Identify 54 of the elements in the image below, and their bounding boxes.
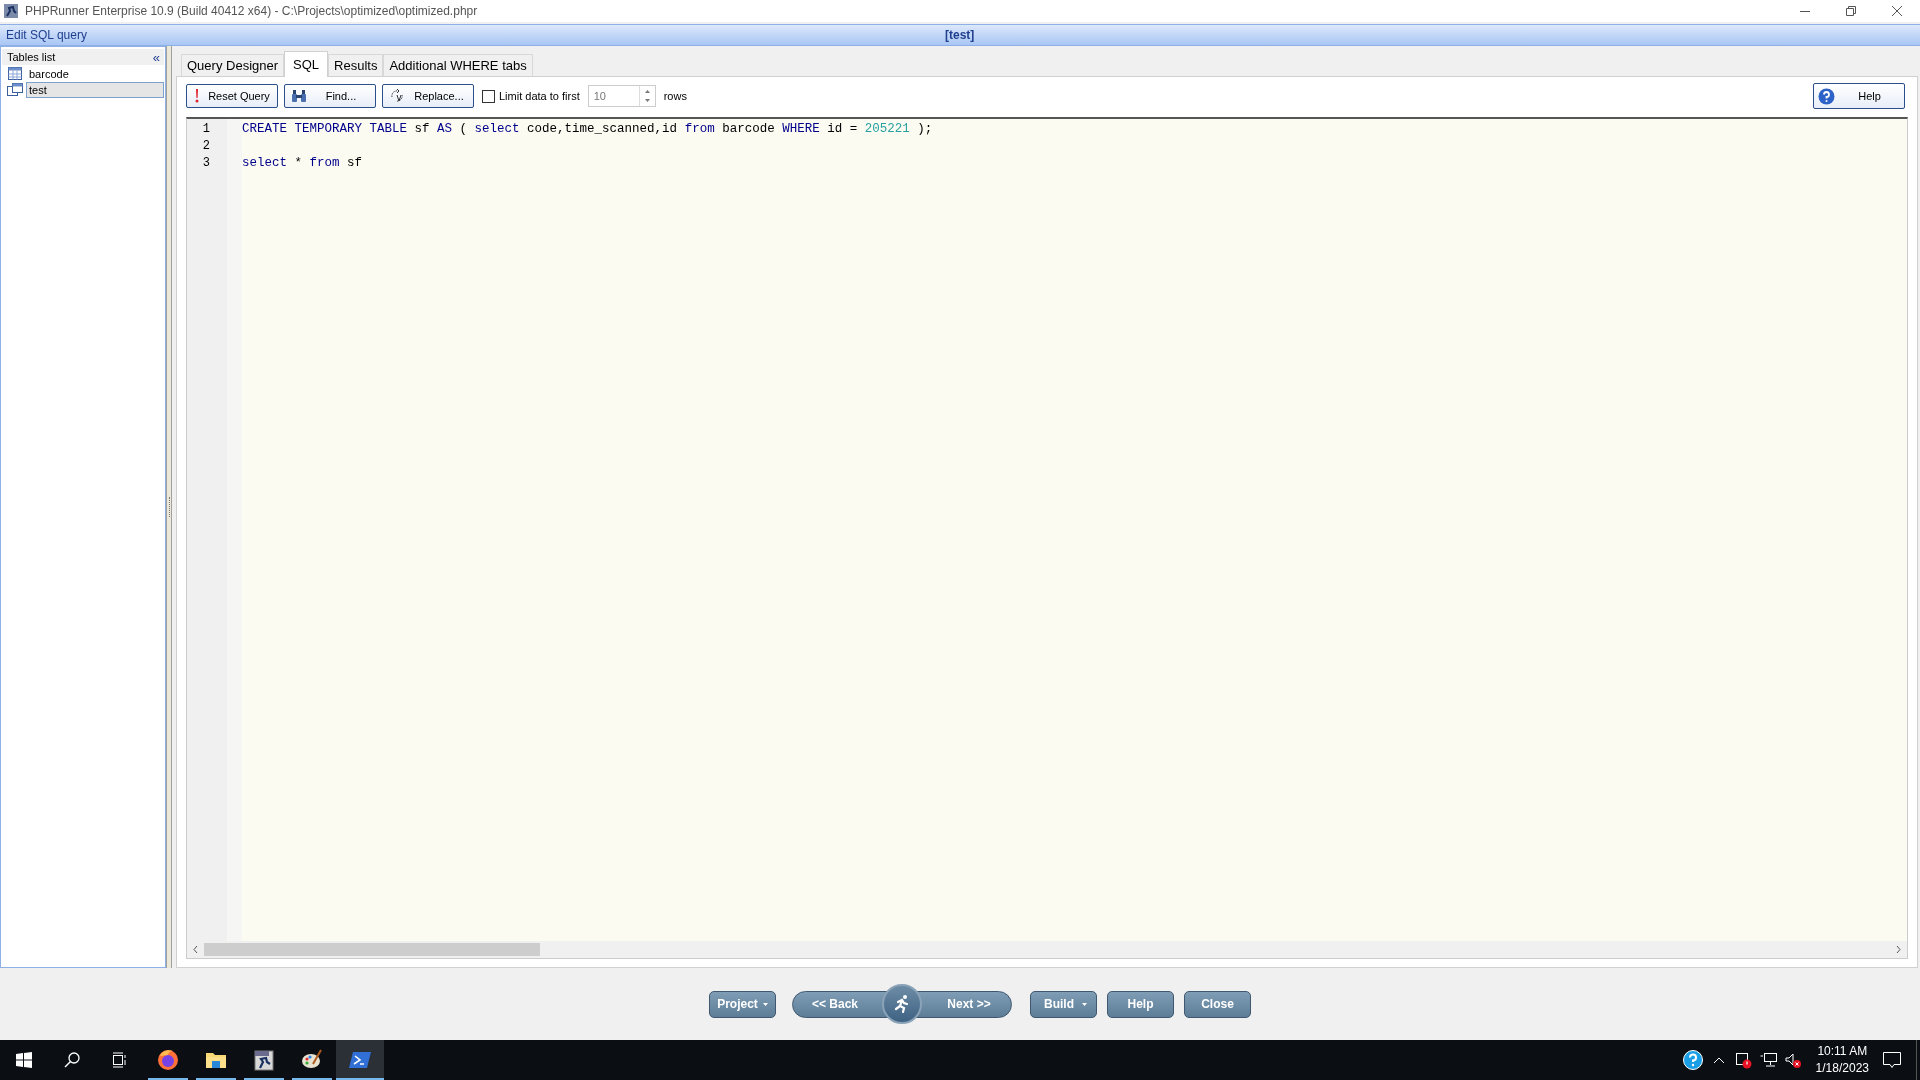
line-number: 3 xyxy=(201,155,211,172)
help-button[interactable]: Help xyxy=(1813,83,1905,109)
clock-date[interactable]: 1/18/2023 xyxy=(1815,1060,1869,1077)
app-icon xyxy=(3,3,19,19)
search-icon xyxy=(64,1052,80,1068)
find-button[interactable]: Find... xyxy=(284,84,376,108)
minimize-icon xyxy=(1800,10,1810,12)
notification-icon[interactable] xyxy=(1883,1051,1901,1069)
horizontal-scrollbar[interactable] xyxy=(187,941,1907,958)
reset-query-button[interactable]: Reset Query xyxy=(186,84,278,108)
clock-time[interactable]: 10:11 AM xyxy=(1817,1043,1868,1060)
tab[interactable]: Results xyxy=(328,54,384,76)
tab[interactable]: Query Designer xyxy=(181,54,285,76)
table-item[interactable]: test xyxy=(26,82,164,98)
help-icon[interactable] xyxy=(1682,1050,1703,1070)
caret-icon xyxy=(1082,1002,1087,1006)
replace-button[interactable]: Replace... xyxy=(382,84,474,108)
close-icon xyxy=(1892,6,1902,16)
restore-icon xyxy=(1846,6,1856,16)
table-icon xyxy=(7,82,23,98)
scrollbar-thumb[interactable] xyxy=(204,943,540,956)
panel-title: Tables list xyxy=(7,49,56,65)
run-button[interactable] xyxy=(882,984,922,1024)
code-line: CREATE TEMPORARY TABLE sf AS ( select code,time_scanned,id from barcode WHERE id = 205221 ); xyxy=(242,122,933,136)
code-line: select * from sf xyxy=(242,156,363,170)
rows-label: rows xyxy=(663,88,687,104)
php-runner-icon xyxy=(252,1048,276,1072)
windows-icon xyxy=(16,1052,32,1068)
security-alert-icon[interactable] xyxy=(1734,1051,1752,1069)
help-icon xyxy=(1818,87,1835,105)
line-number: 1 xyxy=(201,121,211,138)
exclamation-icon xyxy=(193,88,201,104)
chevron-up-icon[interactable] xyxy=(1712,1056,1725,1064)
table-icon xyxy=(7,66,23,82)
rows-spinner[interactable]: 10 xyxy=(587,85,656,107)
limit-label: Limit data to first xyxy=(499,88,580,104)
replace-icon xyxy=(389,88,405,104)
line-number: 2 xyxy=(201,138,211,155)
volume-muted-icon[interactable] xyxy=(1784,1052,1802,1068)
table-name: [test] xyxy=(945,27,975,44)
limit-checkbox[interactable] xyxy=(482,89,495,103)
binoculars-icon xyxy=(291,89,307,103)
taskbar-app[interactable] xyxy=(336,1040,384,1080)
sql-editor[interactable]: 1 2 3 CREATE TEMPORARY TABLE sf AS ( select code,time_scanned,id from barcode WHERE id = 205221 ); select * from sf xyxy=(186,117,1908,959)
table-item[interactable]: barcode xyxy=(26,66,165,82)
collapse-button[interactable]: « xyxy=(152,50,160,64)
task-view-icon xyxy=(112,1052,128,1068)
caret-icon xyxy=(762,1002,768,1006)
header-title: Edit SQL query xyxy=(6,27,87,44)
window-title: PHPRunner Enterprise 10.9 (Build 40412 x64) - C:\Projects\optimized\optimized.phpr xyxy=(25,3,478,20)
network-icon[interactable] xyxy=(1759,1052,1777,1068)
tab[interactable]: Additional WHERE tabs xyxy=(383,54,533,76)
firefox-icon xyxy=(156,1048,180,1072)
tab[interactable]: SQL xyxy=(284,51,329,77)
